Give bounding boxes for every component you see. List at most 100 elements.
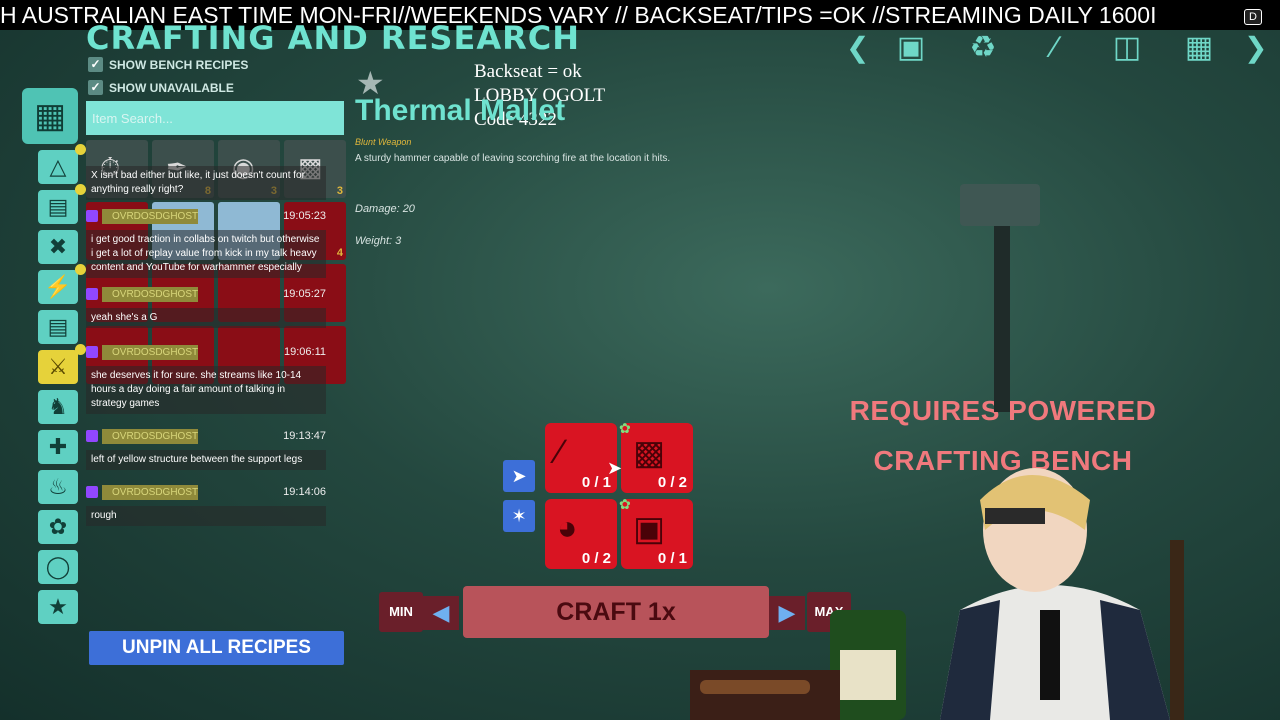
- min-quantity-button[interactable]: MIN: [379, 592, 423, 632]
- armor-icon: ♞: [48, 394, 68, 419]
- chat-message: rough: [86, 506, 326, 526]
- chat-message: X isn't bad either but like, it just doe…: [86, 166, 326, 200]
- chat-message-header: OVRDOSDGHOST 19:05:23: [86, 206, 326, 226]
- twitch-icon: [86, 210, 98, 222]
- bicycle-icon: ◯: [45, 554, 71, 579]
- chat-user: OVRDOSDGHOST: [86, 286, 198, 302]
- battery-icon: ▩: [633, 434, 666, 472]
- twitch-icon: [86, 486, 98, 498]
- weapon-icon: ⚔: [48, 354, 68, 379]
- category-sidebar: ▦ △ ▤ ✖ ⚡ ▤ ⚔ ♞ ✚ ♨ ✿ ◯ ★: [22, 88, 86, 630]
- chat-message: i get good traction in collabs on twitch…: [86, 230, 326, 278]
- sidebar-item-favorites[interactable]: ★: [38, 590, 78, 624]
- chat-username: OVRDOSDGHOST: [102, 286, 198, 302]
- outfit-icon[interactable]: ♻: [956, 28, 1010, 68]
- new-indicator: [75, 264, 86, 275]
- sidebar-item-materials[interactable]: ▤: [38, 184, 86, 224]
- food-icon: ♨: [48, 474, 68, 499]
- ticker-badge: D: [1244, 9, 1262, 25]
- item-name: Thermal Mallet: [355, 94, 566, 127]
- show-unavailable-toggle[interactable]: ✓ SHOW UNAVAILABLE: [88, 80, 234, 95]
- sidebar-item-food[interactable]: ♨: [38, 470, 78, 504]
- chat-timestamp: 19:06:11: [283, 346, 326, 358]
- twitch-icon: [86, 430, 98, 442]
- tools-icon: ✖: [48, 234, 68, 259]
- sidebar-item-tools[interactable]: ✖: [38, 230, 78, 264]
- backpack-icon[interactable]: ▣: [884, 28, 938, 68]
- new-indicator: [75, 184, 86, 195]
- pin-recipe-button[interactable]: ➤: [503, 460, 535, 492]
- lightning-icon: ⚡: [44, 274, 72, 299]
- ingredient-qty: 0 / 2: [581, 550, 611, 567]
- checkbox-checked-icon[interactable]: ✓: [88, 57, 103, 72]
- chat-username: OVRDOSDGHOST: [102, 428, 198, 444]
- item-search-input[interactable]: [86, 101, 344, 135]
- chat-overlay: X isn't bad either but like, it just doe…: [86, 166, 326, 532]
- sidebar-item-vehicles[interactable]: ◯: [38, 550, 78, 584]
- plant-icon: ✿: [48, 514, 68, 539]
- star-icon: ★: [48, 594, 68, 619]
- chat-timestamp: 19:13:47: [283, 430, 326, 442]
- twitch-icon: [86, 346, 98, 358]
- chat-timestamp: 19:05:27: [283, 288, 326, 300]
- chat-username: OVRDOSDGHOST: [102, 344, 198, 360]
- recipe-count: 4: [336, 247, 343, 259]
- item-type: Blunt Weapon: [355, 137, 412, 147]
- chat-timestamp: 19:05:23: [283, 210, 326, 222]
- nav-prev-arrow-icon[interactable]: ❮: [846, 28, 869, 68]
- structure-icon: ▤: [47, 314, 69, 339]
- show-unavailable-label: SHOW UNAVAILABLE: [109, 80, 234, 95]
- canister-icon: ▣: [633, 510, 666, 548]
- terminal-icon[interactable]: ◫: [1100, 28, 1154, 68]
- desk-props: [690, 610, 906, 720]
- all-items-cube-icon[interactable]: ▦: [22, 88, 78, 144]
- bowl-icon: ◕: [557, 509, 578, 547]
- medical-icon: ✚: [48, 434, 68, 459]
- research-recipe-button[interactable]: ✶: [503, 500, 535, 532]
- ruler-icon[interactable]: ∕: [1028, 28, 1082, 68]
- chat-message-header: OVRDOSDGHOST 19:13:47: [86, 426, 326, 446]
- chat-message: she deserves it for sure. she streams li…: [86, 366, 326, 414]
- component-link-icon: ✿: [619, 420, 631, 436]
- page-title: CRAFTING AND RESEARCH: [86, 19, 580, 50]
- recipe-count: 3: [336, 185, 343, 197]
- sidebar-item-structures[interactable]: ▤: [38, 310, 78, 344]
- chat-message-header: OVRDOSDGHOST 19:06:11: [86, 342, 326, 362]
- left-arrow-icon: ◀: [432, 600, 450, 625]
- blueprint-icon[interactable]: ▦: [1172, 28, 1226, 68]
- chat-user: OVRDOSDGHOST: [86, 344, 198, 360]
- chat-user: OVRDOSDGHOST: [86, 208, 198, 224]
- sidebar-item-farming[interactable]: ✿: [38, 510, 78, 544]
- pin-icon: ➤: [511, 466, 527, 486]
- stick-icon: ∕: [557, 433, 563, 471]
- chat-username: OVRDOSDGHOST: [102, 484, 198, 500]
- sidebar-item-medical[interactable]: ✚: [38, 430, 78, 464]
- chat-user: OVRDOSDGHOST: [86, 484, 198, 500]
- chat-message: yeah she's a G: [86, 308, 326, 328]
- streamer-avatar: [940, 468, 1184, 720]
- show-bench-recipes-toggle[interactable]: ✓ SHOW BENCH RECIPES: [88, 57, 248, 72]
- component-link-icon: ✿: [619, 496, 631, 512]
- show-bench-recipes-label: SHOW BENCH RECIPES: [109, 57, 249, 72]
- chat-timestamp: 19:14:06: [283, 486, 326, 498]
- mouse-cursor-icon: ➤: [607, 458, 623, 478]
- new-indicator: [75, 344, 86, 355]
- item-description: A sturdy hammer capable of leaving scorc…: [355, 153, 671, 164]
- nav-next-arrow-icon[interactable]: ❯: [1244, 28, 1267, 68]
- sidebar-item-armor[interactable]: ♞: [38, 390, 78, 424]
- checkbox-checked-icon[interactable]: ✓: [88, 80, 103, 95]
- twitch-icon: [86, 288, 98, 300]
- chat-message: left of yellow structure between the sup…: [86, 450, 326, 470]
- chat-message-header: OVRDOSDGHOST 19:05:27: [86, 284, 326, 304]
- top-category-nav: ❮ ▣ ♻ ∕ ◫ ▦ ❯: [846, 28, 1267, 68]
- item-weight: Weight: 3: [355, 235, 402, 247]
- ingredient-slot[interactable]: ◕ 0 / 2: [545, 499, 617, 569]
- unpin-all-recipes-button[interactable]: UNPIN ALL RECIPES: [89, 631, 344, 665]
- sidebar-item-shapes[interactable]: △: [38, 144, 86, 184]
- decrease-quantity-button[interactable]: ◀: [423, 596, 459, 630]
- layers-icon: ▤: [47, 194, 69, 219]
- sidebar-item-power[interactable]: ⚡: [38, 264, 86, 304]
- backseat-line: Backseat = ok: [474, 61, 582, 82]
- sidebar-item-weapons[interactable]: ⚔: [38, 344, 86, 384]
- chat-message-header: OVRDOSDGHOST 19:14:06: [86, 482, 326, 502]
